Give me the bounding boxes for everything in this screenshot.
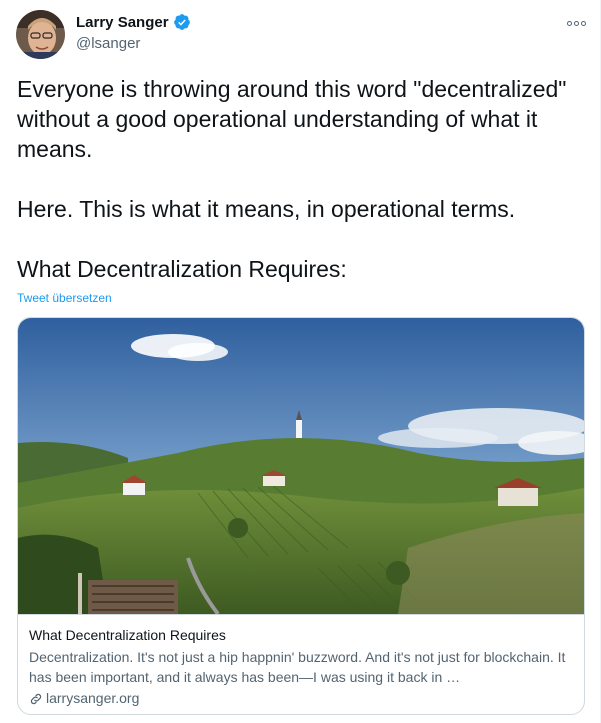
verified-badge-icon bbox=[173, 13, 191, 31]
card-description: Decentralization. It's not just a hip ha… bbox=[29, 649, 566, 685]
avatar[interactable] bbox=[16, 10, 65, 59]
card-meta: What Decentralization Requires Decentral… bbox=[29, 626, 574, 708]
card-domain-text: larrysanger.org bbox=[46, 690, 140, 706]
tweet: Larry Sanger @lsanger Everyone is throwi… bbox=[0, 0, 601, 723]
more-icon[interactable] bbox=[563, 10, 589, 36]
translate-link[interactable]: Tweet übersetzen bbox=[17, 291, 112, 305]
tweet-paragraph: Here. This is what it means, in operatio… bbox=[17, 196, 516, 222]
author-name-row: Larry Sanger bbox=[76, 13, 191, 31]
tweet-text: Everyone is throwing around this word "d… bbox=[17, 74, 587, 284]
card-title: What Decentralization Requires bbox=[29, 627, 226, 643]
card-image[interactable] bbox=[18, 318, 584, 616]
display-name[interactable]: Larry Sanger bbox=[76, 14, 169, 31]
card-domain: larrysanger.org bbox=[29, 689, 574, 708]
link-icon bbox=[29, 692, 43, 706]
handle[interactable]: @lsanger bbox=[76, 35, 140, 52]
link-preview-card[interactable]: What Decentralization Requires Decentral… bbox=[17, 317, 585, 715]
tweet-paragraph: What Decentralization Requires: bbox=[17, 256, 347, 282]
tweet-paragraph: Everyone is throwing around this word "d… bbox=[17, 76, 567, 162]
